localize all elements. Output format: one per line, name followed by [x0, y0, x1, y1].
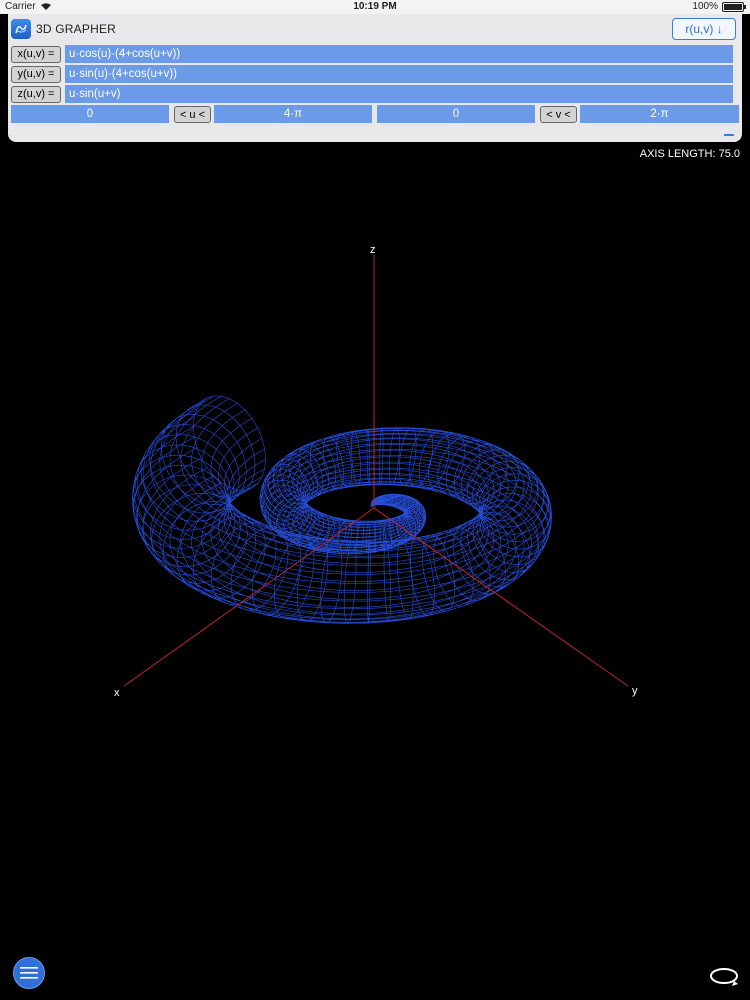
y-equation-label[interactable]: y(u,v) = — [11, 65, 61, 83]
parametric-surface — [132, 395, 552, 624]
u-range-toggle[interactable]: < u < — [174, 106, 211, 123]
v-range-toggle[interactable]: < v < — [540, 106, 577, 123]
graph-canvas[interactable]: z x y — [0, 160, 750, 980]
rotate-button[interactable] — [708, 962, 740, 990]
u-max-input[interactable]: 4·π — [214, 105, 372, 123]
y-axis-line — [373, 507, 629, 687]
z-equation-label[interactable]: z(u,v) = — [11, 85, 61, 103]
equation-row-x: x(u,v) = u·cos(u)·(4+cos(u+v)) — [11, 45, 733, 63]
rotate-icon — [710, 968, 738, 986]
z-axis-label: z — [370, 244, 376, 256]
battery-percent: 100% — [692, 1, 718, 12]
title-row: 3D GRAPHER — [11, 18, 116, 40]
equation-row-y: y(u,v) = u·sin(u)·(4+cos(u+v)) — [11, 65, 733, 83]
surface-wireframe — [132, 395, 552, 624]
axis-length-readout: AXIS LENGTH: 75.0 — [639, 148, 740, 160]
z-equation-input[interactable]: u·sin(u+v) — [65, 85, 733, 103]
x-equation-input[interactable]: u·cos(u)·(4+cos(u+v)) — [65, 45, 733, 63]
parameter-range-row: 0 < u < 4·π 0 < v < 2·π — [11, 105, 739, 123]
app-logo-icon — [15, 24, 27, 34]
app-title: 3D GRAPHER — [36, 22, 117, 36]
equation-panel: 3D GRAPHER r(u,v) ↓ x(u,v) = u·cos(u)·(4… — [8, 14, 742, 142]
battery-icon — [722, 1, 746, 12]
x-equation-label[interactable]: x(u,v) = — [11, 45, 61, 63]
app-icon — [11, 19, 31, 39]
v-max-input[interactable]: 2·π — [580, 105, 739, 123]
parametric-mode-button[interactable]: r(u,v) ↓ — [672, 18, 736, 40]
y-axis-label: y — [632, 685, 638, 697]
panel-collapse-handle[interactable] — [724, 134, 734, 136]
status-bar: Carrier 10:19 PM 100% — [0, 0, 750, 14]
u-min-input[interactable]: 0 — [11, 105, 169, 123]
x-axis-label: x — [114, 687, 120, 699]
axes: z x y — [114, 244, 638, 699]
equation-row-z: z(u,v) = u·sin(u+v) — [11, 85, 733, 103]
battery-status: 100% — [692, 1, 746, 12]
menu-button[interactable] — [13, 957, 45, 989]
clock-text: 10:19 PM — [353, 1, 397, 12]
menu-icon — [20, 967, 38, 979]
v-min-input[interactable]: 0 — [377, 105, 535, 123]
y-equation-input[interactable]: u·sin(u)·(4+cos(u+v)) — [65, 65, 733, 83]
